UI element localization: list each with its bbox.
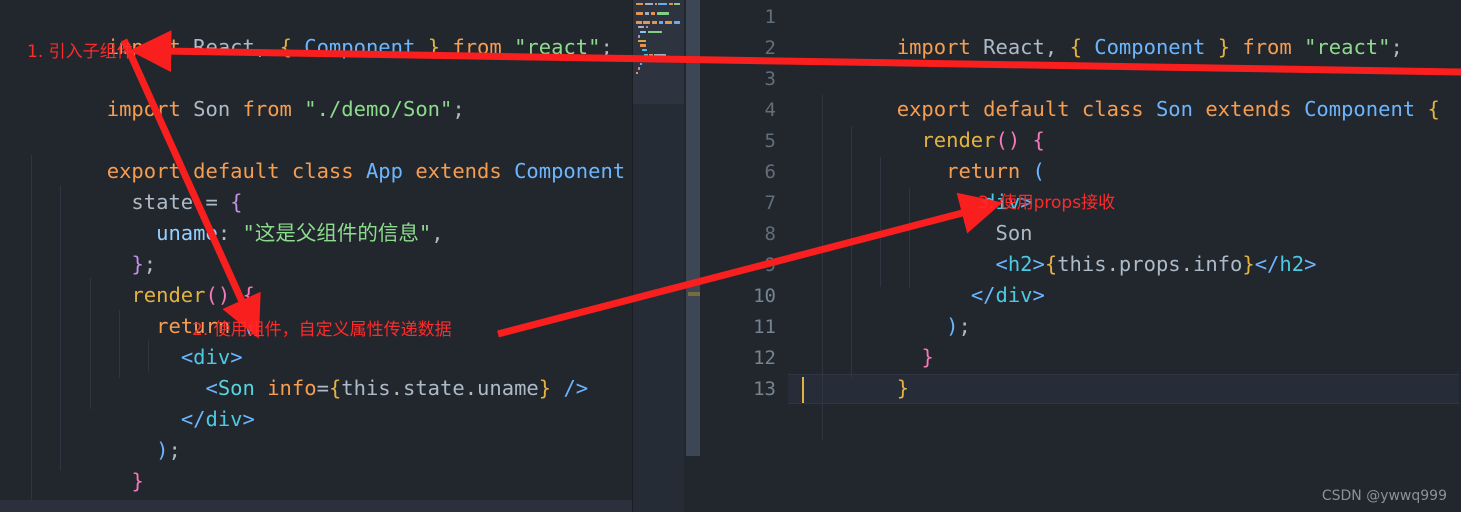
code-line: <h2>{this.props.info}</h2> [995, 252, 1317, 277]
code-line: </div> [180, 407, 255, 432]
left-editor-pane[interactable]: import React, { Component } from "react"… [0, 0, 632, 512]
code-line: export default class Son extends Compone… [896, 97, 1440, 122]
code-line: ); [946, 314, 971, 339]
screenshot-root: import React, { Component } from "react"… [0, 0, 1461, 512]
left-pane-bottom-band [0, 500, 632, 512]
code-line: } [896, 376, 910, 401]
code-line: return ( [946, 159, 1045, 184]
right-editor-pane[interactable]: 1 2 3 4 5 6 7 8 9 10 11 12 13 import Rea… [706, 0, 1461, 512]
code-line: import React, { Component } from "react"… [106, 35, 613, 60]
right-code-lines: import React, { Component } from "react"… [706, 0, 1461, 512]
pane-divider [632, 0, 633, 512]
annotation-label-2: 2. 使用组件，自定义属性传递数据 [192, 320, 452, 340]
code-line: import Son from "./demo/Son"; [106, 97, 465, 122]
code-line: state = { [106, 190, 243, 215]
csdn-watermark: CSDN @ywwq999 [1321, 488, 1447, 504]
code-line: import React, { Component } from "react"… [896, 35, 1403, 60]
code-line: } [0, 467, 632, 512]
scrollbar-marker [688, 292, 700, 296]
code-line: </div> [970, 283, 1045, 308]
minimap[interactable] [632, 0, 684, 512]
code-line: } [921, 345, 934, 370]
annotation-label-1: 1. 引入子组件 [27, 42, 134, 62]
code-line: <div> [970, 190, 1033, 215]
code-line: ); [156, 438, 181, 463]
code-line: export default class App extends Compone… [106, 159, 626, 184]
left-code-lines: import React, { Component } from "react"… [0, 0, 632, 512]
vertical-scrollbar-thumb[interactable] [686, 0, 700, 456]
code-line: render() { [131, 283, 255, 308]
code-line: return ( [156, 314, 255, 339]
annotation-label-3: 3. 使用props接收 [978, 193, 1116, 213]
code-line: <Son info={this.state.uname} /> [205, 376, 589, 401]
code-line: uname: "这是父组件的信息", [156, 221, 444, 246]
code-line: render() { [921, 128, 1045, 153]
minimap-content [636, 2, 680, 76]
code-line: } [131, 469, 144, 494]
code-line: }; [131, 252, 157, 277]
